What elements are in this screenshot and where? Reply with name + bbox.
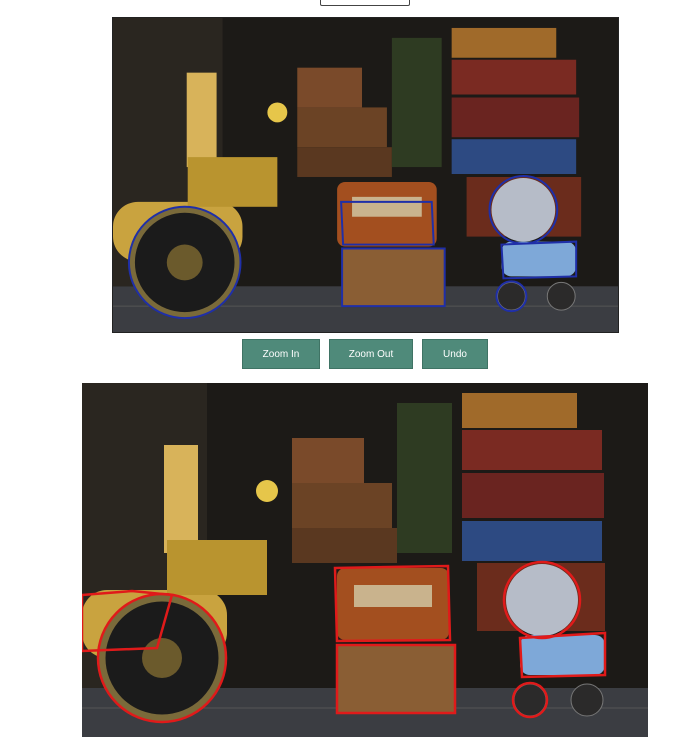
zoom-in-button[interactable]: Zoom In (242, 339, 320, 369)
scene-illustration-bottom (82, 383, 648, 737)
scene-illustration (113, 18, 618, 332)
top-field[interactable] (320, 0, 410, 6)
undo-button[interactable]: Undo (422, 339, 488, 369)
annotated-image-red[interactable] (82, 383, 648, 737)
annotated-image-blue[interactable] (112, 17, 619, 333)
zoom-out-button[interactable]: Zoom Out (329, 339, 413, 369)
